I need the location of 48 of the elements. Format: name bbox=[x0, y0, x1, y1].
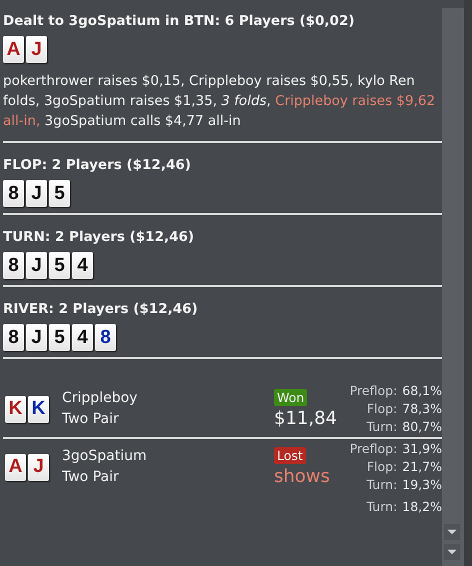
playing-card: J bbox=[26, 36, 47, 63]
playing-card: 5 bbox=[49, 180, 70, 207]
playing-card: 4 bbox=[72, 324, 93, 351]
scroll-down-icon[interactable] bbox=[444, 544, 460, 560]
stat-value: 18,2% bbox=[402, 498, 442, 516]
action-text: pokerthrower raises $0,15, Crippleboy raises $0,55, kylo Ren folds, 3goSpatium raises $1,35, 3 folds, Crippleboy raises $9,62 all-in, 3goSpatium calls $4,77 all-in bbox=[3, 72, 436, 131]
playing-card: 8 bbox=[3, 180, 24, 207]
result-amount: $11,84 bbox=[274, 408, 337, 429]
hand-rank: Two Pair bbox=[62, 468, 120, 487]
playing-card: 5 bbox=[49, 324, 70, 351]
street-title: TURN: 2 Players ($12,46) bbox=[3, 229, 196, 245]
stat-value: 68,1% bbox=[402, 382, 442, 400]
street-title: RIVER: 2 Players ($12,46) bbox=[3, 301, 199, 317]
street-title: Dealt to 3goSpatium in BTN: 6 Players ($0,02) bbox=[3, 13, 356, 29]
street-title: FLOP: 2 Players ($12,46) bbox=[3, 157, 192, 173]
playing-card: K bbox=[28, 396, 49, 422]
stat-label: Preflop: bbox=[350, 440, 398, 458]
result-badge: Won bbox=[274, 389, 308, 406]
playing-card: K bbox=[5, 396, 26, 422]
playing-card: 8 bbox=[3, 252, 24, 279]
playing-card: 8 bbox=[3, 324, 24, 351]
stat-value: 21,7% bbox=[402, 458, 442, 476]
playing-card: A bbox=[3, 36, 24, 63]
playing-card: 4 bbox=[72, 252, 93, 279]
playing-card: J bbox=[26, 180, 47, 207]
hand-rank: Two Pair bbox=[62, 410, 120, 429]
playing-card: J bbox=[26, 324, 47, 351]
scrollbar[interactable] bbox=[442, 8, 464, 566]
result-amount: shows bbox=[274, 466, 330, 487]
player-name: 3goSpatium bbox=[62, 447, 148, 466]
stat-label: Turn: bbox=[366, 418, 398, 436]
stat-value: 80,7% bbox=[402, 418, 442, 436]
stat-value: 19,3% bbox=[402, 476, 442, 494]
stat-value: 78,3% bbox=[402, 400, 442, 418]
scroll-down-icon[interactable] bbox=[444, 524, 460, 540]
playing-card: A bbox=[5, 454, 26, 480]
player-name: Crippleboy bbox=[62, 389, 138, 408]
stat-label: Preflop: bbox=[350, 382, 398, 400]
playing-card: J bbox=[28, 454, 49, 480]
stat-label: Turn: bbox=[366, 476, 398, 494]
stat-label: Flop: bbox=[366, 400, 398, 418]
result-badge: Lost bbox=[274, 447, 306, 464]
playing-card: 5 bbox=[49, 252, 70, 279]
stat-label: Turn: bbox=[366, 498, 398, 516]
playing-card: J bbox=[26, 252, 47, 279]
playing-card: 8 bbox=[95, 324, 116, 351]
stat-label: Flop: bbox=[366, 458, 398, 476]
stat-value: 31,9% bbox=[402, 440, 442, 458]
